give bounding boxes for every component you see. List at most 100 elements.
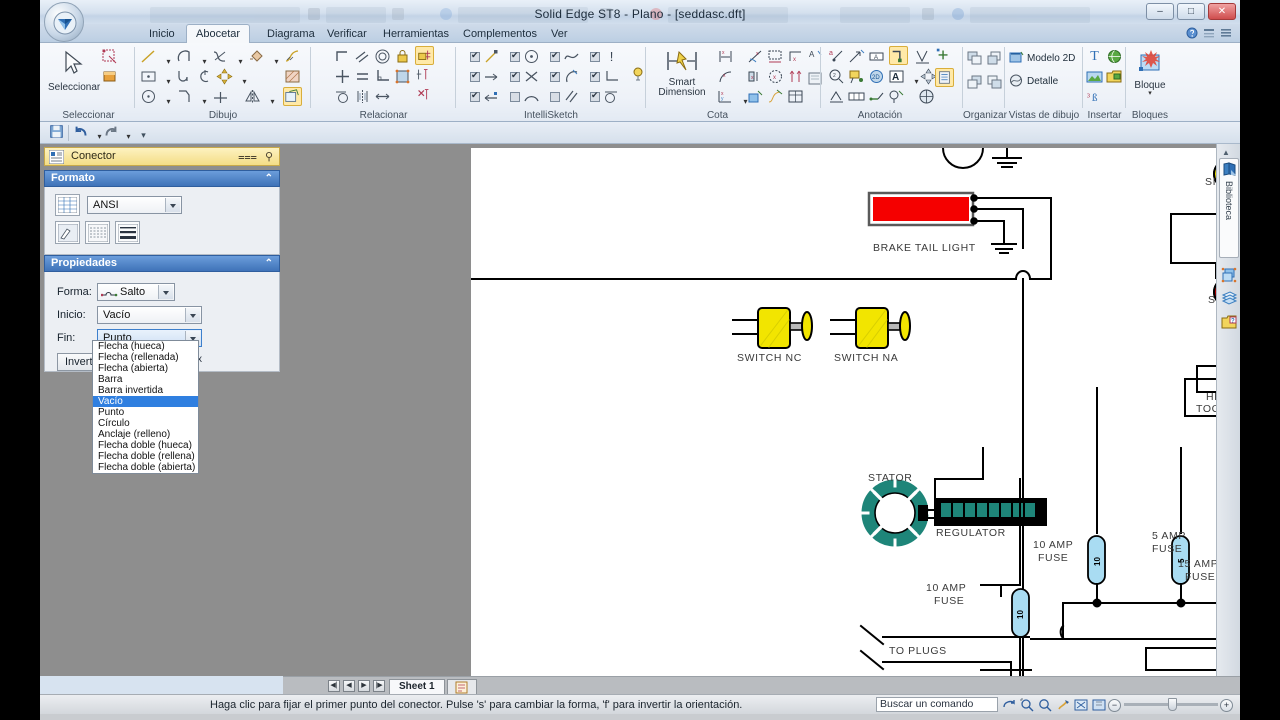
- first-sheet-button[interactable]: ◀|: [328, 680, 340, 692]
- relation-dims-icon[interactable]: [415, 66, 434, 85]
- ribbon-collapse-icon[interactable]: [1220, 27, 1232, 39]
- panel-menu-icon[interactable]: ⩶: [238, 149, 257, 166]
- connector-tool-icon[interactable]: [889, 46, 908, 65]
- is-intersection-checkbox[interactable]: [510, 70, 520, 82]
- tab-complementos[interactable]: Complementos: [454, 25, 546, 43]
- is-midpoint-checkbox[interactable]: [470, 70, 480, 82]
- curve-tool-icon[interactable]: [211, 47, 230, 66]
- dim-chain-icon[interactable]: [766, 47, 785, 66]
- point-tool-icon[interactable]: [211, 87, 230, 106]
- relation-concentric-icon[interactable]: [373, 47, 392, 66]
- dim-symmetric-icon[interactable]: x: [746, 67, 765, 86]
- dim-bolt-icon[interactable]: x: [766, 67, 785, 86]
- inicio-combo[interactable]: Vacío: [97, 306, 202, 324]
- is-circlecenter-checkbox[interactable]: [510, 50, 520, 62]
- arc-tool-icon[interactable]: [175, 47, 194, 66]
- is-tangentarc-checkbox[interactable]: [590, 90, 600, 102]
- is-endpoint-checkbox[interactable]: [470, 50, 480, 62]
- line-weight-button[interactable]: [115, 221, 140, 244]
- close-button[interactable]: ✕: [1208, 3, 1236, 20]
- insert-globe-icon[interactable]: [1105, 47, 1124, 66]
- relation-parallel-icon[interactable]: [353, 47, 372, 66]
- drawing-sheet-paper[interactable]: BRAKE TAIL LIGHT SWITCH NC SWITCH NA SIG…: [471, 148, 1240, 676]
- sidebar-item-layers[interactable]: [1221, 290, 1238, 307]
- forma-combo-arrow-icon[interactable]: [158, 285, 173, 299]
- annotation-text-icon[interactable]: A: [887, 67, 906, 86]
- inicio-combo-arrow-icon[interactable]: [185, 308, 200, 322]
- coordinate-dimension-icon[interactable]: xy: [716, 87, 735, 106]
- fillet-tool-icon[interactable]: [175, 67, 194, 86]
- sidebar-item-blocks[interactable]: [1221, 266, 1238, 283]
- smart-dimension-button[interactable]: Smart Dimension: [650, 47, 714, 98]
- sketch-view-icon[interactable]: [283, 87, 302, 106]
- insert-object-icon[interactable]: [1105, 67, 1124, 86]
- qat-customize-icon[interactable]: ▾: [134, 126, 153, 145]
- standard-combo-arrow-icon[interactable]: [165, 198, 180, 212]
- zoom-slider-thumb[interactable]: [1168, 698, 1177, 711]
- circle-tool-icon[interactable]: [139, 87, 158, 106]
- fin-option-2[interactable]: Flecha (abierta): [93, 363, 198, 374]
- fin-option-3[interactable]: Barra: [93, 374, 198, 385]
- last-sheet-button[interactable]: |▶: [373, 680, 385, 692]
- next-sheet-button[interactable]: ▶: [358, 680, 370, 692]
- bring-to-front-icon[interactable]: [965, 49, 984, 68]
- relation-symmetric-icon[interactable]: [353, 87, 372, 106]
- sheet-tab-sheet1[interactable]: Sheet 1: [389, 679, 445, 695]
- send-backward-icon[interactable]: [985, 73, 1004, 92]
- is-horizontal-checkbox[interactable]: [590, 70, 600, 82]
- relation-connect-icon[interactable]: [333, 47, 352, 66]
- mirror-dropdown-icon[interactable]: ▾: [263, 92, 282, 111]
- annotation-target-icon[interactable]: [917, 87, 936, 106]
- save-icon[interactable]: [48, 123, 67, 142]
- search-input[interactable]: Buscar un comando: [876, 697, 998, 712]
- select-region-icon[interactable]: [100, 67, 119, 86]
- fit-icon[interactable]: [1074, 698, 1088, 712]
- insert-image-icon[interactable]: [1085, 67, 1104, 86]
- fin-option-4[interactable]: Barra invertida: [93, 385, 198, 396]
- zoom-in-button[interactable]: +: [1220, 699, 1233, 712]
- is-silhouette-checkbox[interactable]: [550, 50, 560, 62]
- annotation-zoom-icon[interactable]: 2: [827, 67, 846, 86]
- fin-dropdown-list[interactable]: Flecha (hueca) Flecha (rellenada) Flecha…: [92, 340, 199, 474]
- line-tool-icon[interactable]: [139, 47, 158, 66]
- annotation-gdt-icon[interactable]: 2D: [867, 67, 886, 86]
- dim-equal-icon[interactable]: [786, 67, 805, 86]
- section-formato-collapse-icon[interactable]: ⌃: [265, 171, 273, 186]
- annotation-feature-frame-icon[interactable]: [847, 87, 866, 106]
- fin-option-9[interactable]: Flecha doble (hueca): [93, 440, 198, 451]
- modelo-2d-button[interactable]: Modelo 2D: [1009, 51, 1075, 64]
- tab-herramientas[interactable]: Herramientas: [374, 25, 458, 43]
- bloque-button[interactable]: Bloque ▾: [1130, 47, 1170, 97]
- rectangle-tool-icon[interactable]: [139, 67, 158, 86]
- fin-option-7[interactable]: Círculo: [93, 418, 198, 429]
- fill-area-icon[interactable]: [283, 67, 302, 86]
- pan-icon[interactable]: [1056, 698, 1070, 712]
- annotation-callout-icon[interactable]: [847, 67, 866, 86]
- standard-style-button[interactable]: [55, 194, 80, 216]
- fin-option-6[interactable]: Punto: [93, 407, 198, 418]
- forma-combo[interactable]: Salto: [97, 283, 175, 301]
- maintain-relations-icon[interactable]: [415, 46, 434, 65]
- prev-sheet-button[interactable]: ◀: [343, 680, 355, 692]
- standard-combo[interactable]: ANSI: [87, 196, 182, 214]
- fin-option-0[interactable]: Flecha (hueca): [93, 341, 198, 352]
- annotation-properties-icon[interactable]: [935, 68, 954, 87]
- fin-option-5[interactable]: Vacío: [93, 396, 198, 407]
- is-tangent-checkbox[interactable]: [550, 70, 560, 82]
- chamfer-tool-icon[interactable]: [175, 87, 194, 106]
- line-style-button[interactable]: [85, 221, 110, 244]
- sidebar-item-biblioteca[interactable]: Biblioteca: [1219, 158, 1239, 258]
- annotation-edge-icon[interactable]: [867, 87, 886, 106]
- annotation-add-icon[interactable]: [935, 46, 954, 65]
- send-to-back-icon[interactable]: [965, 73, 984, 92]
- insert-text-icon[interactable]: T: [1085, 47, 1104, 66]
- maximize-button[interactable]: □: [1177, 3, 1205, 20]
- distance-between-icon[interactable]: x: [716, 47, 735, 66]
- tab-verificar[interactable]: Verificar: [318, 25, 376, 43]
- add-sheet-tab[interactable]: [447, 679, 477, 695]
- is-center-checkbox[interactable]: [470, 90, 480, 102]
- is-parallel-checkbox[interactable]: [550, 92, 560, 102]
- section-propiedades-collapse-icon[interactable]: ⌃: [265, 256, 273, 271]
- relation-tangent-icon[interactable]: [333, 87, 352, 106]
- sidebar-item-help-library[interactable]: ?: [1221, 314, 1238, 331]
